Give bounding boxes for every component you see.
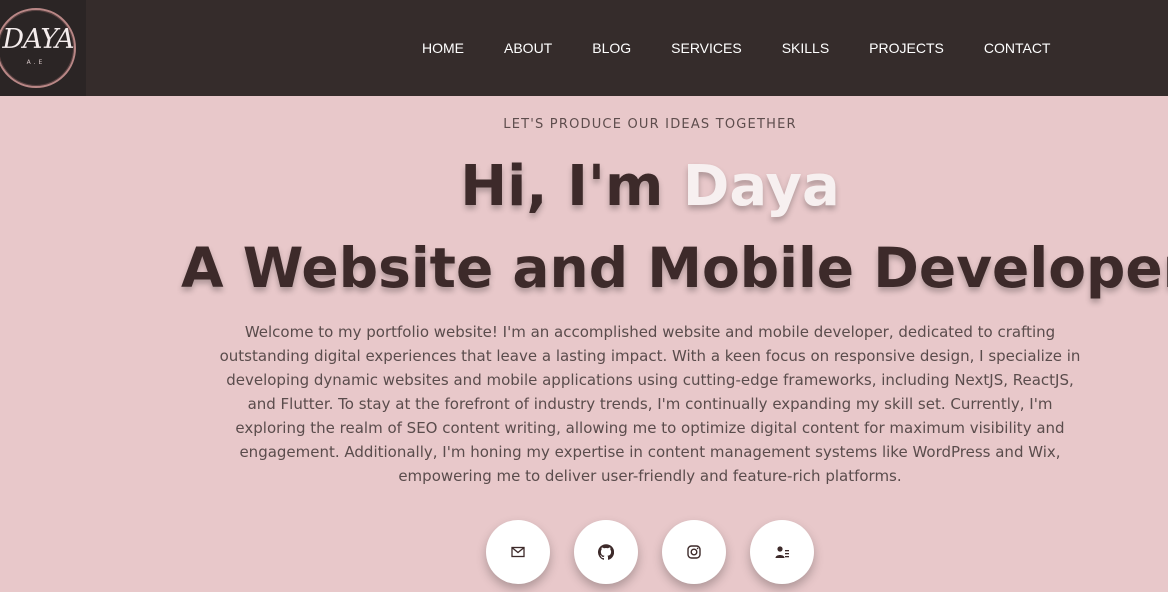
nav-skills[interactable]: SKILLS — [762, 40, 849, 56]
site-header: DAYA A.E HOME ABOUT BLOG SERVICES SKILLS… — [0, 0, 1168, 96]
nav-projects[interactable]: PROJECTS — [849, 40, 964, 56]
mail-button[interactable] — [486, 520, 550, 584]
contact-card-button[interactable] — [750, 520, 814, 584]
hero-greeting-heading: Hi, I'm Daya — [0, 154, 1168, 219]
instagram-button[interactable] — [662, 520, 726, 584]
nav-home[interactable]: HOME — [402, 40, 484, 56]
mail-icon — [511, 546, 525, 558]
logo-subtext: A.E — [26, 59, 46, 66]
github-icon — [598, 544, 614, 560]
logo-text: DAYA — [2, 24, 74, 55]
hero-name: Daya — [682, 154, 840, 219]
nav-blog[interactable]: BLOG — [572, 40, 651, 56]
greeting-text: Hi, I'm — [460, 154, 664, 219]
nav-about[interactable]: ABOUT — [484, 40, 572, 56]
instagram-icon — [687, 545, 701, 559]
nav-services[interactable]: SERVICES — [651, 40, 762, 56]
logo[interactable]: DAYA A.E — [0, 0, 86, 96]
nav-contact[interactable]: CONTACT — [964, 40, 1071, 56]
hero-tagline: LET'S PRODUCE OUR IDEAS TOGETHER — [503, 117, 797, 132]
main-nav: HOME ABOUT BLOG SERVICES SKILLS PROJECTS… — [402, 0, 1070, 96]
contact-card-icon — [775, 546, 789, 558]
github-button[interactable] — [574, 520, 638, 584]
hero-role-heading: A Website and Mobile Developer — [181, 236, 1168, 300]
hero-intro-paragraph: Welcome to my portfolio website! I'm an … — [219, 323, 1081, 485]
social-links — [486, 520, 814, 584]
